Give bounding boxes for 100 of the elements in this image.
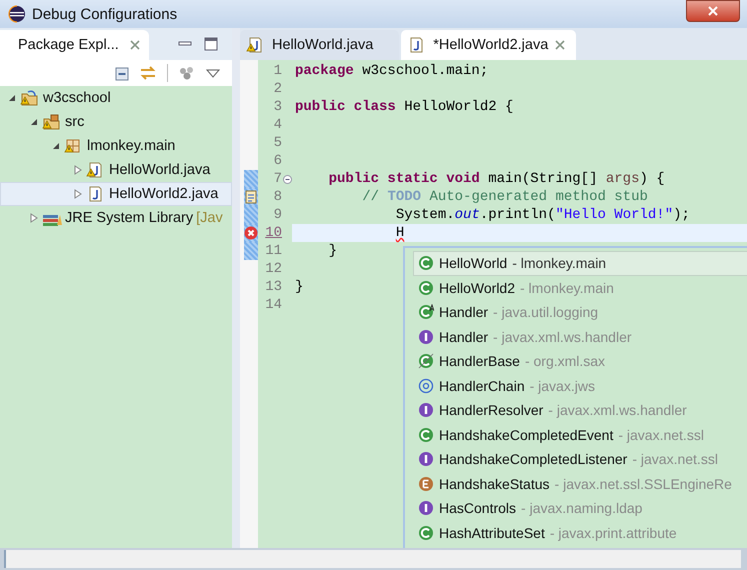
package-name: - lmonkey.main bbox=[512, 255, 606, 272]
dropdown-icon bbox=[206, 67, 220, 79]
type-name: HandshakeStatus bbox=[439, 476, 550, 492]
code-text: System. bbox=[396, 207, 455, 223]
completion-item[interactable]: HandlerResolver - javax.xml.ws.handler bbox=[413, 398, 747, 422]
line-number: 6 bbox=[272, 152, 282, 170]
completion-item[interactable]: Handler - java.util.logging bbox=[413, 300, 747, 324]
interface-icon bbox=[418, 500, 434, 516]
close-icon bbox=[128, 39, 141, 51]
code-text: w3cschool.main; bbox=[362, 63, 488, 79]
tree-item[interactable]: HelloWorld.java bbox=[0, 158, 232, 182]
error-text: H bbox=[396, 225, 404, 241]
field-name: out bbox=[454, 207, 480, 223]
tree-item[interactable]: w3cschool bbox=[0, 86, 232, 110]
type-name: Handler bbox=[439, 328, 488, 345]
type-name: HelloWorld2 bbox=[439, 280, 515, 296]
line-number: 13 bbox=[264, 278, 282, 296]
completion-item[interactable]: HasControls - javax.naming.ldap bbox=[413, 496, 747, 520]
class-icon bbox=[418, 255, 434, 272]
code-comment: // bbox=[362, 189, 380, 205]
completion-item[interactable]: HelloWorld2 - lmonkey.main bbox=[413, 276, 747, 300]
completion-item[interactable]: HandshakeStatus - javax.net.ssl.SSLEngineRe bbox=[413, 472, 747, 496]
editor-tab[interactable]: *HelloWorld2.java bbox=[401, 30, 576, 60]
line-number: 3 bbox=[272, 98, 282, 116]
class-icon bbox=[418, 280, 434, 296]
parameter-name: args bbox=[606, 171, 640, 187]
enum-icon bbox=[418, 476, 434, 492]
code-text: main(String[] bbox=[488, 171, 598, 187]
view-tab[interactable]: Package Expl... bbox=[0, 30, 149, 60]
package-name: - javax.net.ssl bbox=[618, 426, 704, 443]
package-name: - javax.jws bbox=[530, 378, 595, 394]
line-number: 4 bbox=[272, 116, 282, 134]
completion-item[interactable]: HelloWorld - lmonkey.main bbox=[413, 251, 747, 276]
line-number: 12 bbox=[264, 260, 282, 278]
completion-item[interactable]: HandshakeCompletedListener - javax.net.ssl bbox=[413, 447, 747, 472]
tree-item[interactable]: JRE System Library [Jav bbox=[0, 206, 232, 230]
code-keyword: public class bbox=[295, 99, 396, 115]
type-name: HandshakeCompletedListener bbox=[439, 451, 628, 468]
interface-icon bbox=[418, 402, 434, 418]
item-decoration: [Jav bbox=[196, 210, 223, 226]
type-name: HashAttributeSet bbox=[439, 524, 545, 541]
string-literal: "Hello World!" bbox=[555, 207, 674, 223]
annotation-icon bbox=[418, 378, 434, 394]
code-text: .println( bbox=[480, 207, 556, 223]
package-name: - javax.print.attribute bbox=[550, 524, 677, 541]
code-text: ) { bbox=[639, 171, 665, 187]
item-label: HelloWorld2.java bbox=[109, 186, 218, 202]
code-comment: Auto-generated method stub bbox=[429, 189, 648, 205]
item-label: JRE System Library bbox=[65, 210, 194, 226]
completion-item[interactable]: HandshakeCompletedEvent - javax.net.ssl bbox=[413, 422, 747, 447]
interface-icon bbox=[418, 451, 434, 468]
line-number: 8 bbox=[272, 188, 282, 206]
class-icon bbox=[418, 426, 434, 443]
completion-item[interactable]: HandlerChain - javax.jws bbox=[413, 374, 747, 398]
code-text: } bbox=[295, 279, 304, 295]
item-label: src bbox=[65, 114, 84, 130]
code-text: } bbox=[328, 243, 338, 259]
line-number: 14 bbox=[264, 296, 282, 314]
package-name: - javax.net.ssl bbox=[632, 451, 718, 468]
tree-item[interactable]: HelloWorld2.java bbox=[0, 182, 232, 206]
code-text: HelloWorld2 { bbox=[404, 99, 514, 115]
type-name: HandlerBase bbox=[439, 353, 520, 370]
class-icon bbox=[418, 524, 434, 541]
type-name: HelloWorld bbox=[439, 255, 508, 272]
editor-tab[interactable]: HelloWorld.java bbox=[240, 30, 400, 60]
line-number: 2 bbox=[272, 80, 282, 98]
package-name: - javax.net.ssl.SSLEngineRe bbox=[554, 476, 732, 492]
interface-icon bbox=[418, 328, 434, 345]
code-keyword: package bbox=[295, 63, 354, 79]
close-icon bbox=[708, 6, 718, 16]
package-name: - javax.xml.ws.handler bbox=[548, 402, 687, 418]
type-name: HandlerChain bbox=[439, 378, 525, 394]
close-icon bbox=[554, 39, 566, 51]
line-number: 7 bbox=[272, 170, 282, 188]
code-text: ); bbox=[673, 207, 690, 223]
package-name: - org.xml.sax bbox=[524, 353, 606, 370]
line-number: 9 bbox=[272, 206, 282, 224]
line-number: 11 bbox=[264, 242, 282, 260]
type-name: HandshakeCompletedEvent bbox=[439, 426, 614, 443]
maximize-icon bbox=[204, 37, 218, 51]
link-arrows-icon bbox=[139, 65, 157, 81]
tree-item[interactable]: src bbox=[0, 110, 232, 134]
package-name: - javax.xml.ws.handler bbox=[493, 328, 632, 345]
item-label: w3cschool bbox=[43, 90, 111, 106]
completion-item[interactable]: HashAttributeSet - javax.print.attribute bbox=[413, 520, 747, 545]
item-label: lmonkey.main bbox=[87, 138, 176, 154]
package-name: - lmonkey.main bbox=[520, 280, 614, 296]
close-button[interactable] bbox=[686, 0, 740, 22]
deprecated-class-icon bbox=[418, 353, 434, 370]
todo-tag: TODO bbox=[387, 189, 422, 205]
code-keyword: public static void bbox=[328, 171, 480, 187]
package-name: - javax.naming.ldap bbox=[521, 500, 642, 516]
type-name: Handler bbox=[439, 304, 488, 320]
type-name: HasControls bbox=[439, 500, 516, 516]
abstract-class-icon bbox=[418, 304, 434, 320]
tree-item[interactable]: lmonkey.main bbox=[0, 134, 232, 158]
package-name: - java.util.logging bbox=[493, 304, 598, 320]
completion-item[interactable]: HandlerBase - org.xml.sax bbox=[413, 349, 747, 374]
completion-item[interactable]: Handler - javax.xml.ws.handler bbox=[413, 324, 747, 349]
line-number: 5 bbox=[272, 134, 282, 152]
